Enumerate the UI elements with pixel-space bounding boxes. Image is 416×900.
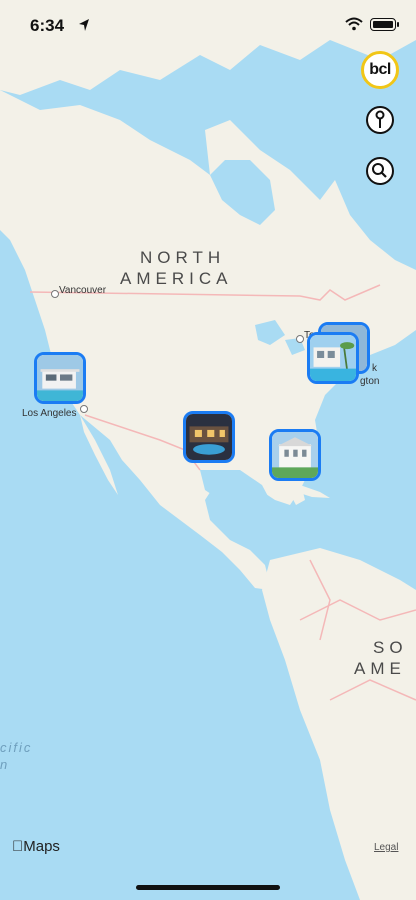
city-dot <box>51 290 59 298</box>
listing-pin-los-angeles[interactable] <box>34 352 86 404</box>
region-label-south-2: AME <box>354 659 406 678</box>
search-icon <box>366 157 394 185</box>
search-button[interactable] <box>364 155 396 187</box>
pin-info-icon <box>366 106 394 134</box>
battery-icon <box>370 18 399 31</box>
house-thumbnail <box>310 335 356 381</box>
status-time: 6:34 <box>30 16 65 35</box>
city-label-washington: gton <box>360 376 380 387</box>
house-thumbnail <box>37 355 83 401</box>
apple-logo-icon:  <box>12 838 23 855</box>
house-thumbnail <box>272 432 318 478</box>
status-bar: 6:34 <box>0 0 416 50</box>
city-label-vancouver: Vancouver <box>59 285 107 296</box>
location-arrow-icon <box>79 19 89 31</box>
info-pin-button[interactable] <box>364 104 396 136</box>
region-label-north-1: NORTH <box>140 248 226 267</box>
city-label-los-angeles: Los Angeles <box>22 408 77 419</box>
ocean-label-2: n <box>0 757 10 772</box>
apple-maps-attribution: Maps <box>12 838 60 855</box>
listing-pin-houston[interactable] <box>183 411 235 463</box>
legal-link[interactable]: Legal <box>374 842 398 853</box>
house-thumbnail <box>186 414 232 460</box>
home-indicator[interactable] <box>136 885 280 890</box>
listing-pin-new-york[interactable] <box>307 332 359 384</box>
logo-text: bcl <box>369 61 391 78</box>
listing-pin-miami[interactable] <box>269 429 321 481</box>
city-dot <box>80 405 88 413</box>
wifi-icon <box>345 17 363 31</box>
region-label-south-1: SO <box>373 638 408 657</box>
region-label-north-2: AMERICA <box>120 269 233 288</box>
city-label-new-york: k <box>372 363 377 374</box>
ocean-label-1: cific <box>0 740 33 755</box>
maps-label: Maps <box>12 838 60 855</box>
city-dot <box>296 335 304 343</box>
bcl-logo-button[interactable]: bcl <box>361 51 399 89</box>
